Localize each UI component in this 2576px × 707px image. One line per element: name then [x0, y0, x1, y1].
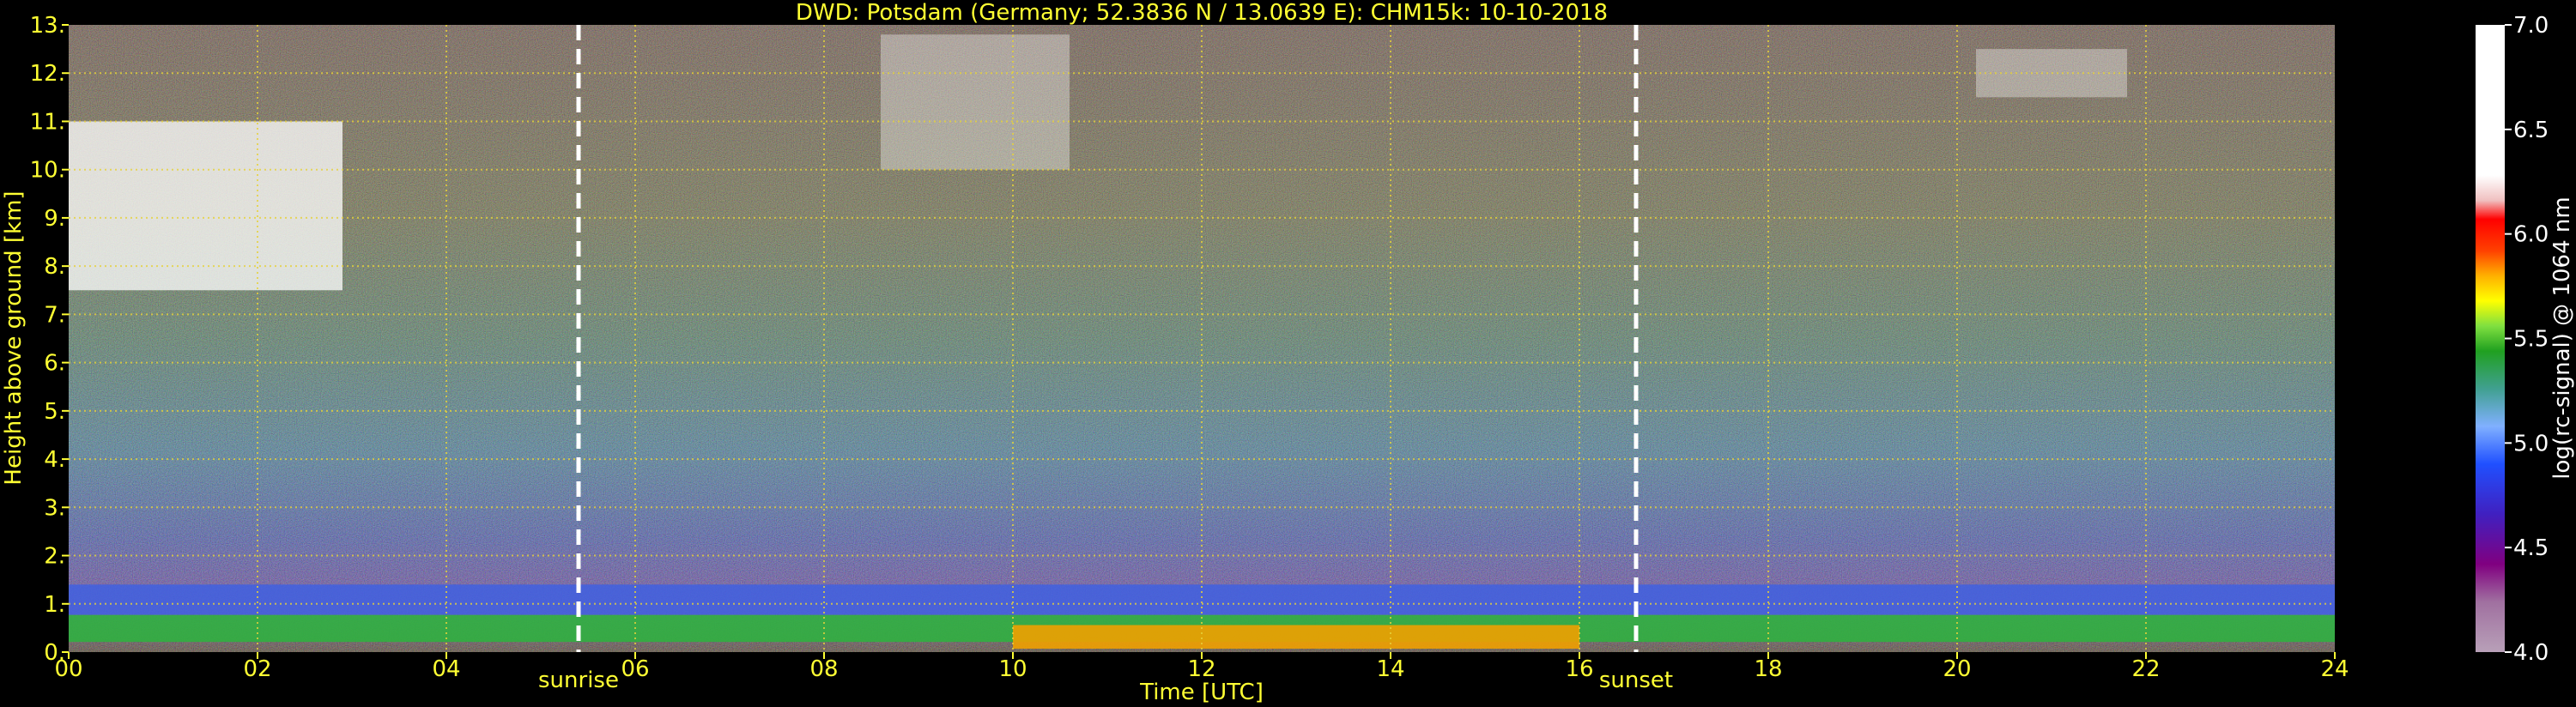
y-axis-label: Height above ground [km] [1, 190, 27, 485]
colorbar-tick-label: 5.5 [2513, 327, 2549, 353]
y-tick-label: 10. [30, 158, 65, 184]
y-tick-label: 6. [44, 351, 65, 377]
x-tick-label: 22 [2131, 656, 2160, 682]
x-axis-label: Time [UTC] [1139, 680, 1264, 705]
x-tick-label: 14 [1376, 656, 1404, 682]
y-tick-label: 9. [44, 206, 65, 232]
feature-boundary-layer-blue [69, 584, 2335, 615]
x-tick-label: 20 [1943, 656, 1971, 682]
y-axis: 0. 1. 2. 3. 4. 5. 6. 7. 8. 9. 10. 11. 12. 13. [30, 13, 69, 666]
colorbar-ticks: 4.0 4.5 5.0 5.5 6.0 6.5 7.0 [2505, 13, 2549, 666]
y-tick-label: 7. [44, 302, 65, 328]
feature-high-cloud-1 [881, 34, 1070, 170]
feature-cirrus-0 [69, 121, 342, 291]
colorbar-tick-label: 7.0 [2513, 13, 2549, 39]
colorbar-scale [2476, 25, 2505, 652]
x-tick-label: 18 [1754, 656, 1782, 682]
y-tick-label: 3. [44, 495, 65, 521]
colorbar-label: log(rc-signal) @ 1064 nm [2549, 196, 2575, 479]
y-tick-label: 5. [44, 399, 65, 425]
colorbar-tick-label: 4.0 [2513, 640, 2549, 666]
colorbar: 4.0 4.5 5.0 5.5 6.0 6.5 7.0 log(rc-signal) @ 1… [2476, 13, 2575, 666]
x-tick-label: 24 [2320, 656, 2349, 682]
y-tick-label: 8. [44, 254, 65, 280]
x-tick-label: 16 [1565, 656, 1593, 682]
event-label-sunset: sunset [1599, 668, 1673, 693]
y-tick-label: 12. [30, 61, 65, 87]
x-tick-label: 12 [1187, 656, 1215, 682]
y-tick-label: 4. [44, 447, 65, 473]
x-tick-label: 10 [998, 656, 1027, 682]
y-tick-label: 11. [30, 109, 65, 135]
x-tick-label: 02 [243, 656, 271, 682]
colorbar-tick-label: 4.5 [2513, 535, 2549, 561]
feature-boundary-layer-core [1013, 625, 1579, 650]
colorbar-tick-label: 5.0 [2513, 431, 2549, 456]
y-tick-label: 13. [30, 13, 65, 39]
ceilometer-chart: DWD: Potsdam (Germany; 52.3836 N / 13.06… [1, 0, 2575, 705]
y-tick-label: 0. [44, 640, 65, 666]
y-tick-label: 1. [44, 592, 65, 618]
colorbar-tick-label: 6.5 [2513, 118, 2549, 143]
chart-title: DWD: Potsdam (Germany; 52.3836 N / 13.06… [796, 0, 1608, 26]
y-tick-label: 2. [44, 544, 65, 570]
event-label-sunrise: sunrise [538, 668, 619, 693]
plot-area [69, 25, 2335, 652]
x-tick-label: 08 [809, 656, 838, 682]
x-tick-label: 04 [432, 656, 460, 682]
colorbar-tick-label: 6.0 [2513, 222, 2549, 248]
x-tick-label: 06 [621, 656, 649, 682]
